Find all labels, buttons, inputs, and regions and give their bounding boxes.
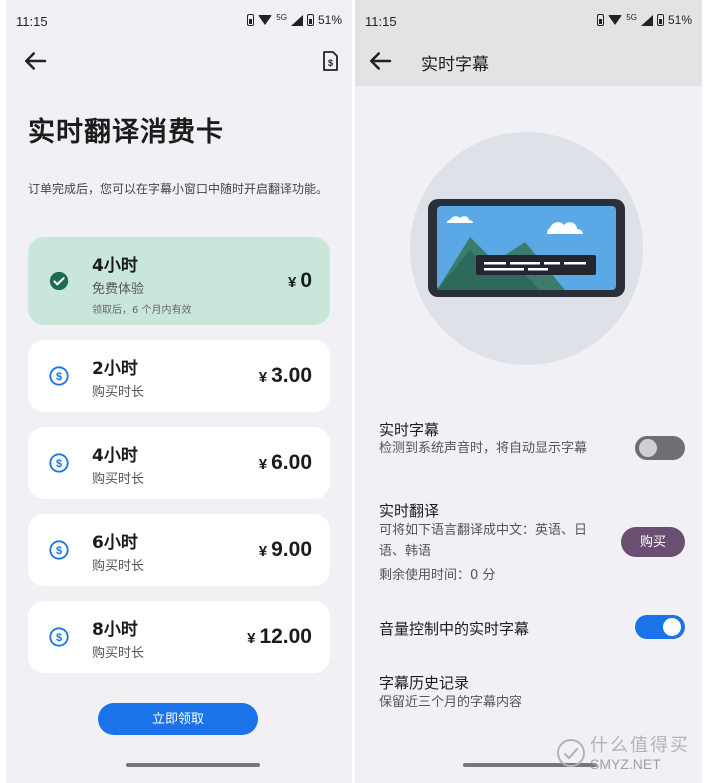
battery-saver-icon [597, 14, 605, 26]
svg-text:$: $ [56, 371, 62, 383]
status-icons: 5G 51% [597, 13, 692, 27]
live-translate-desc: 可将如下语言翻译成中文：英语、日语、韩语 [379, 523, 588, 559]
caption-history-title[interactable]: 字幕历史记录 [379, 672, 469, 693]
plan-price: ¥6.00 [259, 451, 312, 475]
plan-hours: 4小时 [92, 446, 138, 466]
gesture-home-bar[interactable] [126, 763, 260, 767]
plan-subtitle: 购买时长 [92, 559, 145, 574]
status-bar: 11:15 5G 51% [6, 0, 352, 44]
price-value: 6.00 [271, 451, 312, 474]
plan-card-8h[interactable]: $ 8小时 购买时长 ¥12.00 [28, 601, 330, 673]
status-icons: 5G 51% [247, 13, 342, 27]
battery-icon [656, 14, 664, 26]
plan-card-6h[interactable]: $ 6小时 购买时长 ¥9.00 [28, 514, 330, 586]
currency-symbol: ¥ [287, 274, 297, 291]
price-value: 3.00 [271, 364, 312, 387]
wifi-icon [258, 15, 273, 25]
page-description: 订单完成后，您可以在字幕小窗口中随时开启翻译功能。 [28, 182, 329, 196]
dollar-circle-icon: $ [48, 539, 70, 561]
network-type: 5G [276, 12, 287, 22]
toggle-knob [639, 439, 657, 457]
plan-price: ¥3.00 [259, 364, 312, 388]
watermark-en: SMYZ.NET [590, 756, 661, 772]
watermark-text: 什么值得买 SMYZ.NET [590, 737, 690, 773]
plan-price: ¥0 [288, 269, 312, 293]
svg-text:$: $ [56, 545, 62, 557]
currency-symbol: ¥ [258, 456, 268, 473]
signal-icon [290, 14, 303, 26]
signal-icon [640, 14, 653, 26]
svg-text:$: $ [56, 632, 62, 644]
status-time: 11:15 [16, 14, 48, 29]
toggle-knob [663, 618, 681, 636]
plan-card-4h[interactable]: $ 4小时 购买时长 ¥6.00 [28, 427, 330, 499]
back-arrow-icon[interactable] [365, 46, 395, 76]
plan-price: ¥12.00 [247, 625, 312, 649]
wifi-icon [608, 15, 623, 25]
plan-hours: 2小时 [92, 359, 138, 379]
plan-hours: 8小时 [92, 620, 138, 640]
plan-price: ¥9.00 [259, 538, 312, 562]
check-circle-icon [48, 270, 70, 292]
svg-text:$: $ [328, 58, 333, 68]
plan-subtitle: 购买时长 [92, 385, 145, 400]
buy-button[interactable]: 购买 [621, 527, 685, 557]
price-value: 0 [300, 269, 312, 292]
status-bar: 11:15 5G 51% [355, 0, 702, 44]
plan-subtitle: 购买时长 [92, 646, 145, 661]
plan-subtitle: 购买时长 [92, 472, 145, 487]
plan-card-2h[interactable]: $ 2小时 购买时长 ¥3.00 [28, 340, 330, 412]
live-caption-desc: 检测到系统声音时，将自动显示字幕 [379, 441, 588, 456]
currency-symbol: ¥ [258, 543, 268, 560]
volume-caption-toggle[interactable] [635, 615, 685, 639]
receipt-icon[interactable]: $ [318, 49, 342, 73]
price-value: 12.00 [259, 625, 312, 648]
back-arrow-icon[interactable] [20, 46, 50, 76]
plan-hours: 6小时 [92, 533, 138, 553]
caption-history-desc: 保留近三个月的字幕内容 [379, 695, 523, 710]
plan-card-free-4h[interactable]: 4小时 免费体验 领取后，6 个月内有效 ¥0 [28, 237, 330, 325]
dollar-circle-icon: $ [48, 452, 70, 474]
watermark-cn: 什么值得买 [590, 735, 690, 756]
battery-icon [306, 14, 314, 26]
live-caption-toggle[interactable] [635, 436, 685, 460]
svg-text:$: $ [56, 458, 62, 470]
claim-now-button[interactable]: 立即领取 [98, 703, 258, 735]
plan-note: 领取后，6 个月内有效 [92, 305, 192, 316]
price-value: 9.00 [271, 538, 312, 561]
dollar-circle-icon: $ [48, 626, 70, 648]
right-screen: 11:15 5G 51% 实时字幕 实时字幕 检测到系统声音时，将自动显示字幕 … [355, 0, 702, 783]
battery-percent: 51% [317, 13, 342, 27]
watermark-logo-icon [556, 738, 586, 772]
network-type: 5G [626, 12, 637, 22]
live-caption-title: 实时字幕 [379, 421, 440, 439]
battery-saver-icon [247, 14, 255, 26]
volume-caption-title: 音量控制中的实时字幕 [379, 620, 530, 638]
currency-symbol: ¥ [247, 630, 256, 647]
battery-percent: 51% [667, 13, 692, 27]
watermark: 什么值得买 SMYZ.NET [556, 737, 690, 773]
currency-symbol: ¥ [258, 369, 268, 386]
live-caption-illustration [410, 132, 643, 365]
page-title: 实时字幕 [421, 55, 489, 75]
left-screen: 11:15 5G 51% $ 实时翻译消费卡 订单完成后，您可以在字幕小窗口中随… [6, 0, 352, 783]
dollar-circle-icon: $ [48, 365, 70, 387]
plan-hours: 4小时 [92, 256, 138, 276]
plan-subtitle: 免费体验 [92, 282, 145, 297]
live-translate-title: 实时翻译 [379, 502, 440, 520]
status-time: 11:15 [365, 14, 397, 29]
page-title: 实时翻译消费卡 [28, 117, 224, 148]
remaining-time: 剩余使用时间：0 分 [379, 568, 496, 583]
